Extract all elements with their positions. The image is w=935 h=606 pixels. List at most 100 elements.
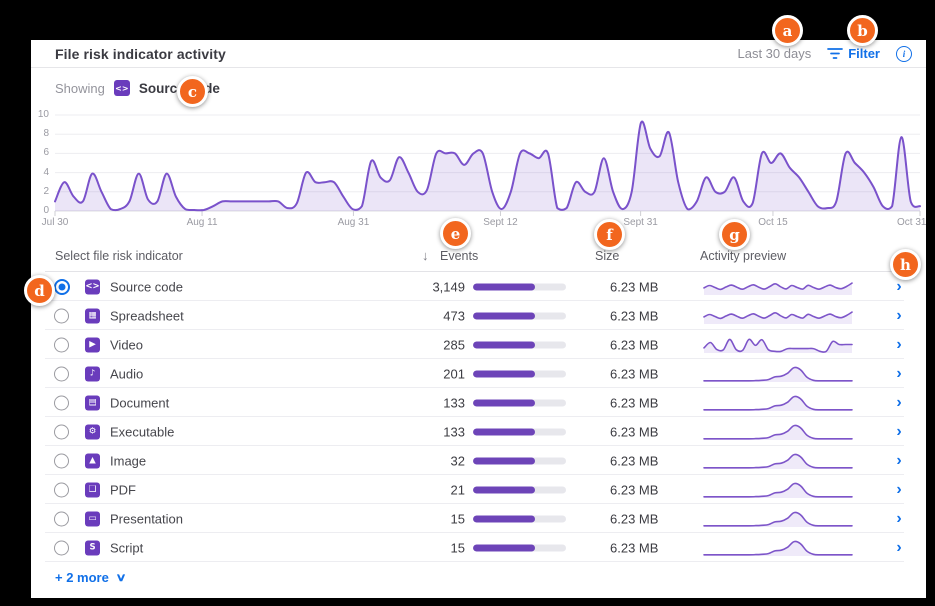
row-radio[interactable] xyxy=(54,395,69,410)
sort-descending-icon[interactable]: ↓ xyxy=(422,249,429,263)
row-radio[interactable] xyxy=(54,540,69,555)
row-radio[interactable] xyxy=(54,308,69,323)
page-title: File risk indicator activity xyxy=(55,46,226,62)
table-row: ▤Document1336.23 MB› xyxy=(31,388,926,417)
row-radio[interactable] xyxy=(54,366,69,381)
annotation-badge-c: c xyxy=(177,76,208,107)
row-radio[interactable] xyxy=(54,337,69,352)
row-label: PDF xyxy=(110,482,136,497)
x-tick-label: Sept 31 xyxy=(623,217,657,228)
events-bar xyxy=(473,399,566,406)
row-label: Video xyxy=(110,337,143,352)
row-label: Audio xyxy=(110,366,143,381)
events-bar-fill xyxy=(473,486,535,493)
activity-sparkline xyxy=(703,333,853,355)
row-size: 6.23 MB xyxy=(610,424,658,439)
row-size: 6.23 MB xyxy=(610,540,658,555)
row-chevron-icon[interactable]: › xyxy=(891,338,907,352)
row-chevron-icon[interactable]: › xyxy=(891,541,907,555)
row-size: 6.23 MB xyxy=(610,337,658,352)
x-tick-label: Jul 30 xyxy=(42,217,69,228)
source-code-icon: <> xyxy=(85,279,100,294)
indicator-rows: <>Source code3,1496.23 MB›▦Spreadsheet47… xyxy=(31,272,926,562)
filter-button[interactable]: Filter xyxy=(827,46,880,61)
row-label: Script xyxy=(110,540,143,555)
annotation-badge-f: f xyxy=(594,219,625,250)
info-icon[interactable]: i xyxy=(896,46,912,62)
row-chevron-icon[interactable]: › xyxy=(891,425,907,439)
row-size: 6.23 MB xyxy=(610,308,658,323)
header-controls: Last 30 days Filter i xyxy=(737,46,912,62)
events-bar-fill xyxy=(473,544,535,551)
select-indicator-header: Select file risk indicator xyxy=(55,249,183,263)
activity-sparkline xyxy=(703,507,853,529)
row-chevron-icon[interactable]: › xyxy=(891,454,907,468)
row-chevron-icon[interactable]: › xyxy=(891,367,907,381)
annotation-badge-e: e xyxy=(440,218,471,249)
row-radio[interactable] xyxy=(54,453,69,468)
video-icon: ▶ xyxy=(85,337,100,352)
table-row: ▲Image326.23 MB› xyxy=(31,446,926,475)
events-bar-fill xyxy=(473,457,535,464)
activity-sparkline xyxy=(703,362,853,384)
executable-icon: ⚙ xyxy=(85,424,100,439)
events-bar-fill xyxy=(473,283,535,290)
row-radio[interactable] xyxy=(54,482,69,497)
activity-sparkline xyxy=(703,304,853,326)
y-tick-label: 6 xyxy=(31,147,49,158)
row-chevron-icon[interactable]: › xyxy=(891,396,907,410)
row-size: 6.23 MB xyxy=(610,453,658,468)
y-tick-label: 4 xyxy=(31,167,49,178)
activity-area-chart xyxy=(55,114,920,218)
document-icon: ▤ xyxy=(85,395,100,410)
row-chevron-icon[interactable]: › xyxy=(891,280,907,294)
row-size: 6.23 MB xyxy=(610,279,658,294)
row-radio[interactable] xyxy=(54,511,69,526)
row-events-count: 473 xyxy=(391,308,465,323)
row-size: 6.23 MB xyxy=(610,482,658,497)
events-bar xyxy=(473,515,566,522)
row-label: Spreadsheet xyxy=(110,308,184,323)
row-events-count: 133 xyxy=(391,395,465,410)
events-bar xyxy=(473,283,566,290)
table-row: ▦Spreadsheet4736.23 MB› xyxy=(31,301,926,330)
source-code-icon: <> xyxy=(114,80,130,96)
table-row: ▶ Video 285 6.23 MB › xyxy=(31,330,926,359)
chevron-down-icon: ∨ xyxy=(115,571,126,584)
table-row: ⚙Executable1336.23 MB› xyxy=(31,417,926,446)
row-label: Source code xyxy=(110,279,183,294)
activity-preview-column-header: Activity preview xyxy=(700,249,786,263)
row-events-count: 21 xyxy=(391,482,465,497)
row-chevron-icon[interactable]: › xyxy=(891,512,907,526)
events-bar-fill xyxy=(473,312,535,319)
annotation-badge-h: h xyxy=(890,249,921,280)
row-chevron-icon[interactable]: › xyxy=(891,309,907,323)
row-radio[interactable] xyxy=(54,279,70,295)
pdf-icon: ❑ xyxy=(85,482,100,497)
events-bar xyxy=(473,544,566,551)
file-risk-activity-panel: File risk indicator activity Last 30 day… xyxy=(31,40,926,598)
row-radio[interactable] xyxy=(54,424,69,439)
row-label: Presentation xyxy=(110,511,183,526)
y-tick-label: 2 xyxy=(31,186,49,197)
events-bar xyxy=(473,428,566,435)
row-events-count: 32 xyxy=(391,453,465,468)
events-bar xyxy=(473,341,566,348)
row-chevron-icon[interactable]: › xyxy=(891,483,907,497)
table-row: ♪Audio2016.23 MB› xyxy=(31,359,926,388)
x-tick-label: Oct 31 xyxy=(897,217,926,228)
annotation-badge-a: a xyxy=(772,15,803,46)
row-events-count: 285 xyxy=(391,337,465,352)
annotation-badge-b: b xyxy=(847,15,878,46)
table-row: <>Source code3,1496.23 MB› xyxy=(31,272,926,301)
filter-icon xyxy=(827,47,843,60)
image-icon: ▲ xyxy=(85,453,100,468)
events-bar xyxy=(473,486,566,493)
row-events-count: 15 xyxy=(391,540,465,555)
events-bar-fill xyxy=(473,515,535,522)
row-events-count: 201 xyxy=(391,366,465,381)
events-bar xyxy=(473,457,566,464)
show-more-link[interactable]: + 2 more ∨ xyxy=(55,570,125,585)
row-size: 6.23 MB xyxy=(610,366,658,381)
table-row: ❑ PDF 21 6.23 MB › xyxy=(31,475,926,504)
